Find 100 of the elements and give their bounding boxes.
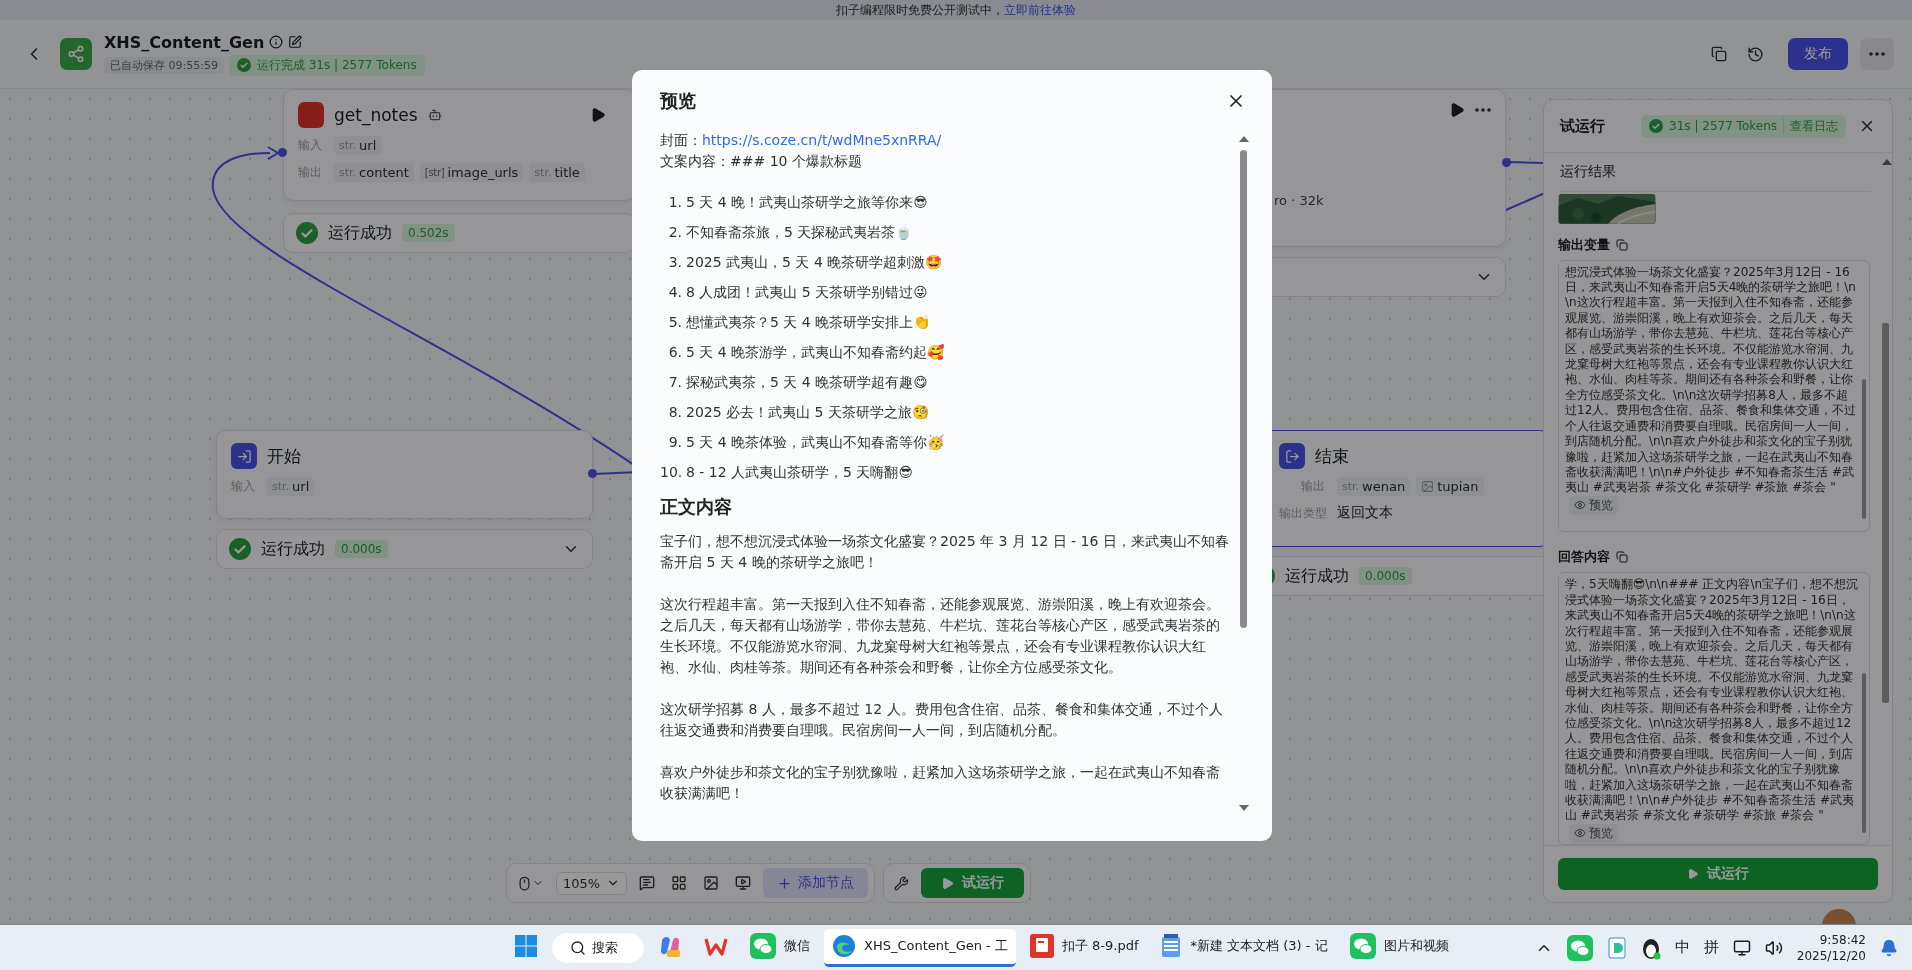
variable-name: content [359, 165, 409, 180]
windows-icon [514, 934, 538, 958]
cover-link[interactable]: https://s.coze.cn/t/wdMne5xnRRA/ [702, 132, 942, 148]
network-icon[interactable] [1732, 938, 1751, 957]
taskbar-app[interactable]: 微信 [742, 928, 818, 967]
taskbar-app[interactable]: 图片和视频 [1341, 928, 1457, 967]
scrollbar-thumb[interactable] [1240, 150, 1247, 628]
headline-text: 2025 武夷山，5 天 4 晚茶研学超刺激🤩 [686, 253, 943, 272]
variable-name: wenan [1362, 479, 1406, 494]
taskbar-app[interactable]: 扣子 8-9.pdf [1021, 928, 1147, 967]
ime-input-method[interactable]: 拼 [1703, 938, 1719, 957]
publish-button[interactable]: 发布 [1788, 38, 1848, 70]
list-number: 7. [667, 373, 682, 392]
preview-button[interactable]: 预览 [1569, 823, 1618, 843]
list-number: 9. [667, 433, 682, 452]
share-nodes-icon [67, 45, 85, 63]
dialog-title: 预览 [660, 89, 696, 113]
output-text: 想沉浸式体验一场茶文化盛宴？2025年3月12日 - 16日，来武夷山不知春斋开启5天4晚的茶研学之旅吧！\n\n这次行程超丰富。第一天报到入住不知春斋，还能参观展览、游崇阳溪，晚上有欢迎茶会。之后几天，每天都有山场游学，带你去慧苑、牛栏坑、莲花台等核心产区，感受武夷岩茶的生长环境。不仅能游览水帘洞、九龙窠母树大红袍等景点，还会有专业课程教你认识大红袍、水仙、肉桂等茶。期间还有各种茶会和野餐，让你全方位感受茶文化。\n\n这次研学招募8人，最多不超过12人。费用包含住宿、品茶、餐食和集体交通，不过个人往返交通费和消费要自理哦。民宿房间一人一间，到店随机分配。\n\n喜欢户外徒步和茶文化的宝子别犹豫啦，赶紧加入这场茶研学之旅，一起在武夷山不知春斋收获满满吧！\n\n#户外徒步 #不知春斋茶生活 #武夷山 #武夷岩茶 #茶文化 #茶研学 #茶旅 #茶会 " [1565, 264, 1858, 496]
port-dot[interactable] [1502, 158, 1511, 167]
info-icon[interactable] [269, 35, 284, 49]
browser-icon [832, 934, 856, 958]
preview-button[interactable]: 预览 [1569, 495, 1618, 515]
variable-name: tupian [1437, 479, 1479, 494]
scrollbar-thumb[interactable] [1882, 323, 1889, 703]
status-text: 运行成功 [328, 222, 392, 244]
copy-icon [1711, 46, 1727, 62]
chat-app-icon [750, 933, 776, 959]
check-circle-icon [229, 538, 251, 560]
list-number: 5. [667, 313, 682, 332]
scrollbar-thumb[interactable] [1862, 673, 1866, 834]
play-icon[interactable] [1449, 102, 1465, 118]
headline-text: 2025 必去！武夷山 5 天茶研学之旅🧐 [686, 403, 929, 422]
try-now-link[interactable]: 立即前往体验 [1004, 1, 1076, 19]
port-dot[interactable] [278, 148, 287, 157]
scrollbar-thumb[interactable] [1862, 378, 1866, 519]
headline-text: 想懂武夷茶？5 天 4 晚茶研学安排上👏 [686, 313, 931, 332]
image-icon [1421, 480, 1435, 493]
scroll-up-arrow[interactable] [1882, 159, 1892, 165]
input-label: 输入 [231, 478, 256, 495]
more-icon[interactable] [1475, 108, 1491, 112]
eye-icon [1574, 827, 1586, 840]
check-circle-icon [1649, 119, 1664, 133]
play-icon [1687, 868, 1699, 880]
output-label: 输出 [298, 164, 323, 181]
variable-name: url [359, 138, 377, 153]
clock[interactable]: 9:58:42 2025/12/20 [1796, 931, 1866, 964]
taskbar-app[interactable]: XHS_Content_Gen - 工 [824, 928, 1016, 967]
connector-line [1505, 192, 1546, 211]
section-heading: 正文内容 [660, 496, 733, 517]
headline-text: 5 天 4 晚茶体验，武夷山不知春斋等你🥳 [686, 433, 945, 452]
variable-name: url [292, 479, 310, 494]
section-title: 运行结果 [1558, 153, 1870, 192]
status-text: 运行成功 [261, 538, 325, 560]
port-dot[interactable] [588, 469, 597, 478]
taskbar-search[interactable]: 搜索 [552, 932, 644, 963]
pdf-icon [1029, 934, 1054, 958]
list-number: 10. [660, 463, 682, 482]
run-status-text: 运行完成 31s | 2577 Tokens [256, 56, 417, 74]
ime-mode[interactable]: 中 [1674, 938, 1690, 957]
mouse-icon [517, 875, 532, 891]
body-paragraph: 宝子们，想不想沉浸式体验一场茶文化盛宴？2025 年 3 月 12 日 - 16 日，来武夷山不知春斋开启 5 天 4 晚的茶研学之旅吧！ [660, 532, 1230, 572]
list-number: 2. [667, 223, 682, 242]
variable-name: image_urls [447, 165, 519, 180]
headline-text: 8 - 12 人武夷山茶研学，5 天嗨翻😎 [686, 463, 914, 482]
play-icon [941, 876, 955, 890]
announcement-text: 扣子编程限时免费公开测试中，立即前往体验 [0, 0, 1912, 20]
node-title: 结束 [1315, 444, 1349, 468]
list-number: 1. [667, 193, 682, 212]
volume-icon[interactable] [1764, 938, 1783, 957]
headline-text: 8 人成团！武夷山 5 天茶研学别错过😜 [686, 283, 928, 302]
play-icon[interactable] [590, 107, 606, 123]
copy-icon[interactable] [1616, 238, 1628, 251]
monitor-icon [735, 875, 752, 891]
node-title: get_notes [334, 105, 418, 125]
output-label: 输出变量 [1558, 235, 1610, 254]
search-icon [570, 939, 586, 956]
notepad-icon [1160, 934, 1183, 958]
type-label: [str] [424, 167, 445, 178]
list-number: 4. [667, 283, 682, 302]
zoom-select[interactable]: 105% [556, 871, 628, 895]
plus-icon [777, 875, 793, 891]
more-button[interactable] [1860, 38, 1894, 70]
output-text: 学，5天嗨翻😎\n\n### 正文内容\n宝子们，想不想沉浸式体验一场茶文化盛宴？2025年3月12日 - 16日，来武夷山不知春斋开启5天4晚的茶研学之旅吧！\n\n这次行程超丰富。第一天报到入住不知春斋，还能参观展览、游崇阳溪，晚上有欢迎茶会。之后几天，每天都有山场游学，带你去慧苑、牛栏坑、莲花台等核心产区，感受武夷岩茶的生长环境。不仅能游览水帘洞、九龙窠母树大红袍等景点，还会有专业课程教你认识大红袍、水仙、肉桂等茶。期间还有各种茶会和野餐，让你全方位感受茶文化。\n\n这次研学招募8人，最多不超过12人。费用包含住宿、品茶、餐食和集体交通，不过个人往返交通费和消费要自理哦。民宿房间一人一间，到店随机分配。\n\n喜欢户外徒步和茶文化的宝子别犹豫啦，赶紧加入这场茶研学之旅，一起在武夷山不知春斋收获满满吧！\n\n#户外徒步 #不知春斋茶生活 #武夷山 #武夷岩茶 #茶文化 #茶研学 #茶旅 #茶会 " [1565, 577, 1859, 824]
workflow-title: XHS_Content_Gen [104, 32, 265, 52]
model-info: ro · 32k [1274, 193, 1324, 208]
headline-text: 探秘武夷茶，5 天 4 晚茶研学超有趣😋 [686, 373, 928, 392]
panel-title: 试运行 [1560, 116, 1606, 136]
image-icon [703, 875, 720, 891]
output-type-value: 返回文本 [1337, 504, 1393, 522]
list-number: 6. [667, 343, 682, 362]
more-icon[interactable] [1869, 52, 1885, 56]
body-paragraph: 这次行程超丰富。第一天报到入住不知春斋，还能参观展览、游崇阳溪，晚上有欢迎茶会。之后几天，每天都有山场游学，带你去慧苑、牛栏坑、莲花台等核心产区，感受武夷岩茶的生长环境。不仅能游览水帘洞、九龙窠母树大红袍等景点，还会有专业课程教你认识大红袍、水仙、肉桂等茶。期间还有各种茶会和野餐，让你全方位感受茶文化。 [660, 595, 1221, 677]
notification-bell-icon[interactable] [1880, 938, 1898, 957]
copy-icon[interactable] [1616, 551, 1628, 564]
start-icon [231, 443, 257, 469]
taskbar-app[interactable]: *新建 文本文档 (3) - 记 [1152, 928, 1336, 967]
run-stats-text: 31s | 2577 Tokens [1669, 119, 1777, 133]
list-number: 8. [667, 403, 682, 422]
edit-icon[interactable] [288, 35, 303, 49]
clock-time: 9:58:42 [1819, 931, 1866, 948]
